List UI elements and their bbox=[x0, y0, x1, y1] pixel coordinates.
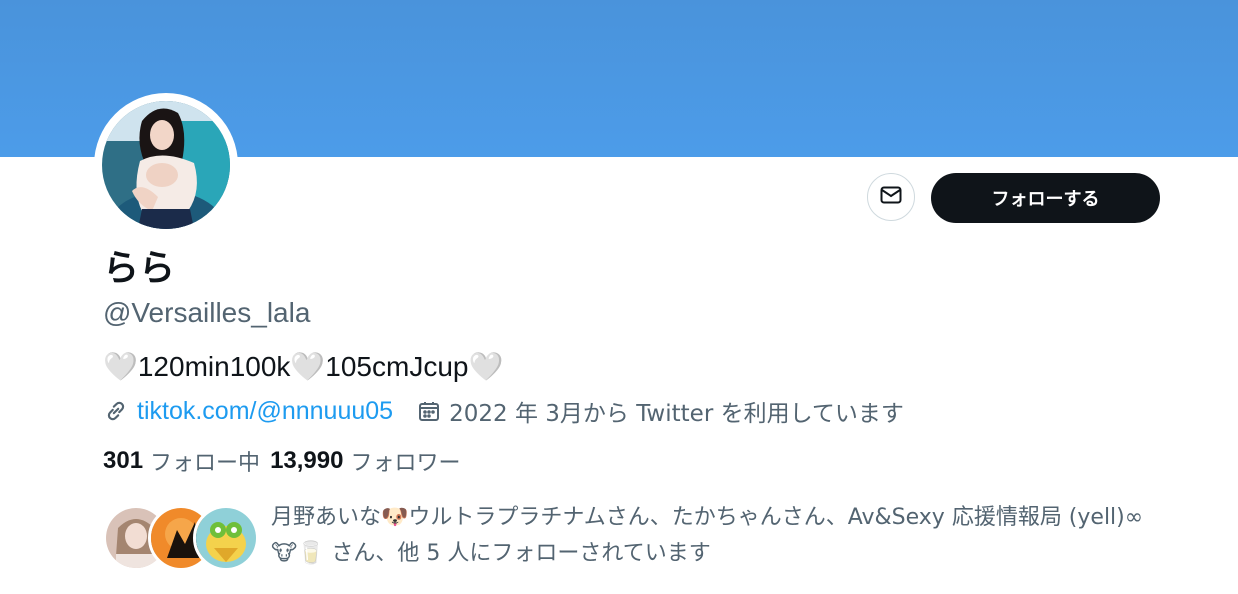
followers-you-know-text: 月野あいな🐶ウルトラプラチナムさん、たかちゃんさん、Av&Sexy 応援情報局 … bbox=[271, 505, 1144, 566]
followers-count: 13,990 bbox=[270, 447, 344, 474]
followers-you-know-avatars bbox=[103, 505, 263, 575]
user-handle: @Versailles_lala bbox=[103, 297, 311, 328]
envelope-icon bbox=[879, 183, 903, 211]
followers-label: フォロワー bbox=[350, 451, 461, 476]
followers-you-know[interactable]: 月野あいな🐶ウルトラプラチナムさん、たかちゃんさん、Av&Sexy 応援情報局 … bbox=[103, 500, 1163, 580]
calendar-icon bbox=[417, 399, 441, 423]
joined-date-text: 2022 年 3月から Twitter を利用しています bbox=[449, 401, 904, 427]
following-link[interactable]: 301 フォロー中 bbox=[103, 445, 260, 477]
profile-meta: tiktok.com/@nnnuuu05 2022 年 3月から Twitter… bbox=[103, 395, 904, 427]
profile-link[interactable]: tiktok.com/@nnnuuu05 bbox=[103, 397, 393, 426]
link-icon bbox=[103, 398, 129, 424]
following-count: 301 bbox=[103, 447, 144, 474]
profile-link-text[interactable]: tiktok.com/@nnnuuu05 bbox=[137, 397, 393, 426]
joined-date: 2022 年 3月から Twitter を利用しています bbox=[417, 394, 904, 428]
message-button[interactable] bbox=[867, 173, 915, 221]
display-name: らら bbox=[103, 248, 176, 289]
follow-button[interactable]: フォローする bbox=[931, 173, 1160, 223]
follow-stats: 301 フォロー中 13,990 フォロワー bbox=[103, 445, 470, 477]
following-label: フォロー中 bbox=[150, 451, 261, 476]
profile-bio: 🤍120min100k🤍105cmJcup🤍 bbox=[103, 351, 504, 382]
profile-page: フォローする らら @Versailles_lala 🤍120min100k🤍1… bbox=[0, 0, 1238, 594]
follower-avatar bbox=[193, 505, 259, 571]
profile-avatar[interactable] bbox=[94, 93, 238, 237]
followers-link[interactable]: 13,990 フォロワー bbox=[270, 445, 460, 477]
avatar-image bbox=[102, 101, 230, 229]
